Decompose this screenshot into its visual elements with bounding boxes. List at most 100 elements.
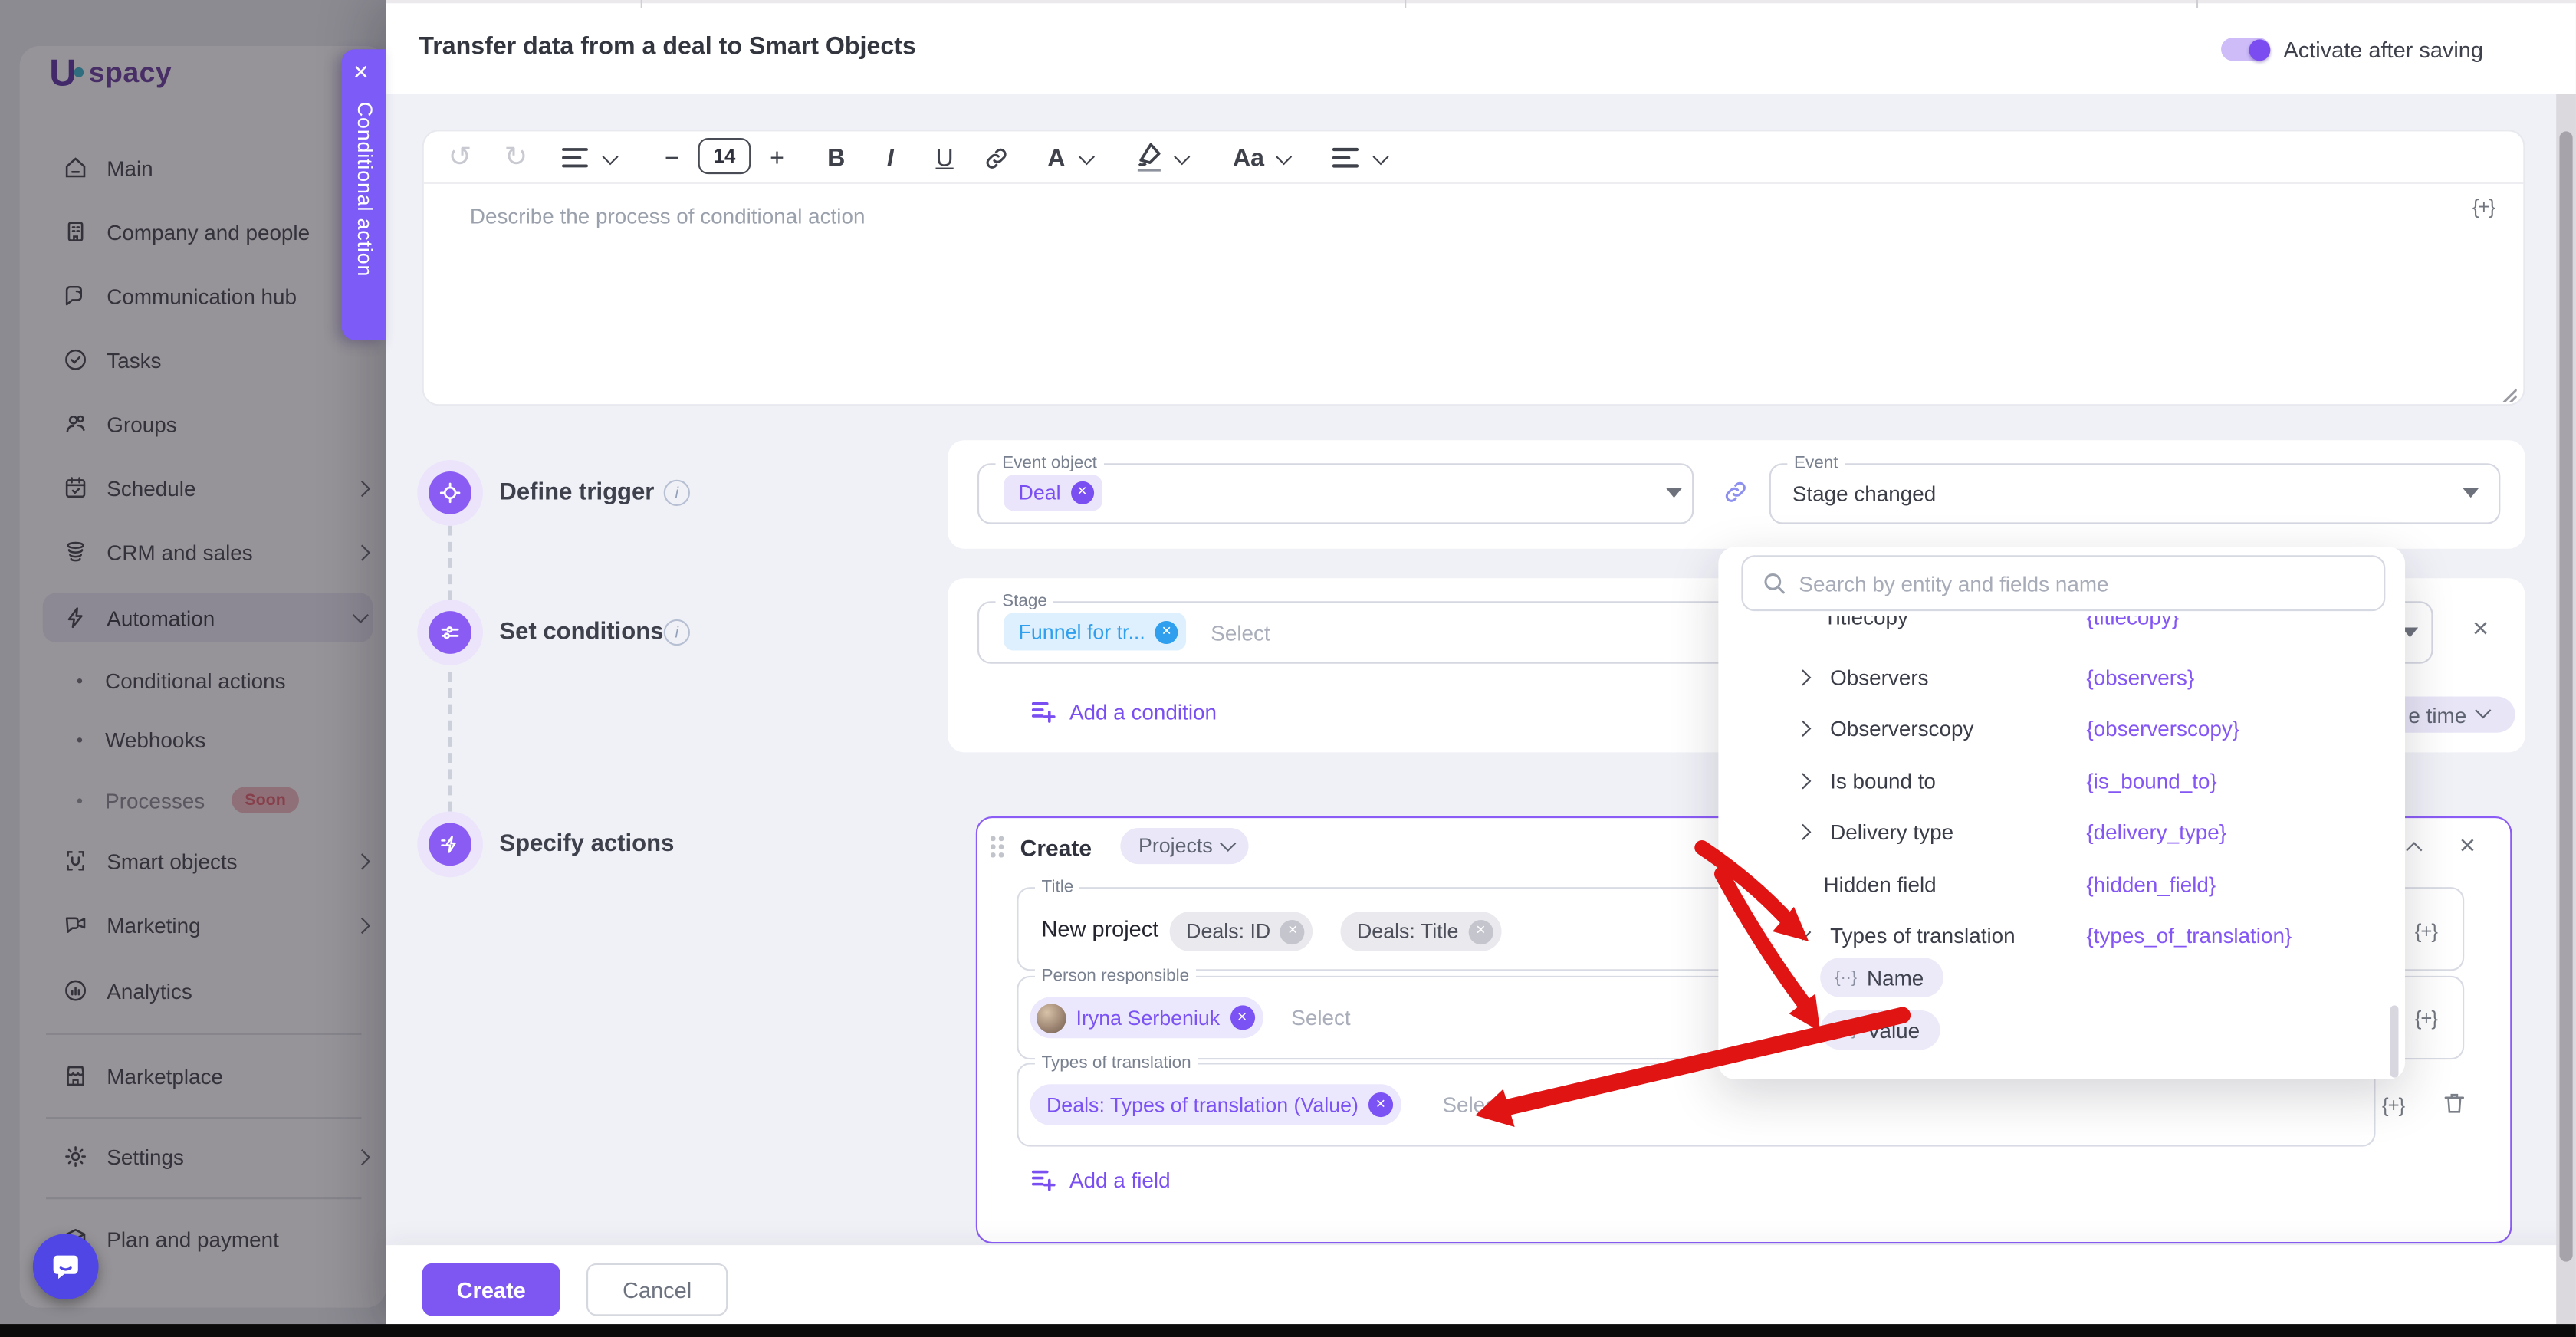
font-color-button[interactable]: A bbox=[1043, 140, 1070, 176]
align-chevron-icon[interactable] bbox=[1372, 149, 1388, 165]
event-label: Event bbox=[1787, 453, 1845, 473]
add-list-icon bbox=[1032, 1168, 1056, 1193]
description-input[interactable]: Describe the process of conditional acti… bbox=[470, 204, 866, 228]
drag-handle[interactable] bbox=[991, 836, 1005, 861]
close-card-icon[interactable]: × bbox=[2459, 829, 2476, 862]
remove-condition-button[interactable]: × bbox=[2472, 613, 2489, 646]
types-of-translation-label: Types of translation bbox=[1035, 1053, 1198, 1073]
entity-select[interactable]: Projects bbox=[1120, 828, 1248, 864]
font-size-decrease-button[interactable]: − bbox=[659, 140, 685, 176]
chip-remove-icon[interactable]: × bbox=[1071, 481, 1094, 504]
chat-fab-button[interactable] bbox=[33, 1234, 99, 1299]
dropdown-row-hidden-field[interactable]: Hidden field {hidden_field} bbox=[1824, 869, 2389, 899]
text-style-button[interactable]: Aa bbox=[1229, 140, 1268, 176]
chip-remove-icon[interactable]: × bbox=[1468, 919, 1493, 944]
section-connector bbox=[449, 526, 452, 812]
dropdown-row-observerscopy[interactable]: Observerscopy {observerscopy} bbox=[1797, 713, 2388, 743]
font-color-chevron-icon[interactable] bbox=[1079, 149, 1095, 165]
dropdown-row-types-of-translation[interactable]: Types of translation {types_of_translati… bbox=[1797, 920, 2388, 950]
link-icon[interactable] bbox=[982, 145, 1010, 172]
target-icon bbox=[429, 471, 472, 514]
event-field[interactable]: Event Stage changed bbox=[1769, 463, 2501, 524]
top-strip-tick bbox=[2196, 0, 2198, 8]
stage-chip[interactable]: Funnel for tr... × bbox=[1004, 613, 1186, 650]
highlight-fill-icon[interactable] bbox=[1135, 141, 1163, 172]
dropdown-row-is-bound-to[interactable]: Is bound to {is_bound_to} bbox=[1797, 766, 2388, 796]
chevron-down-icon[interactable] bbox=[1795, 923, 1811, 939]
chat-icon bbox=[51, 1252, 80, 1282]
align-icon[interactable] bbox=[1332, 146, 1359, 169]
line-spacing-icon[interactable] bbox=[562, 146, 588, 169]
variable-icon: {··} bbox=[1835, 1021, 1858, 1040]
dropdown-row-clipped[interactable]: Titlecopy {titlecopy} bbox=[1807, 616, 2366, 636]
title-label: Title bbox=[1035, 877, 1080, 897]
title-chip-deals-title[interactable]: Deals: Title × bbox=[1341, 912, 1502, 951]
insert-token-button[interactable]: {+} bbox=[2415, 920, 2437, 943]
info-icon[interactable]: i bbox=[664, 480, 690, 506]
dropdown-row-observers[interactable]: Observers {observers} bbox=[1797, 662, 2388, 692]
cancel-button[interactable]: Cancel bbox=[586, 1263, 728, 1316]
info-icon[interactable]: i bbox=[664, 619, 690, 646]
chip-remove-icon[interactable]: × bbox=[1155, 620, 1178, 643]
insert-token-button[interactable]: {+} bbox=[2415, 1007, 2437, 1030]
text-style-chevron-icon[interactable] bbox=[1276, 149, 1292, 165]
line-spacing-chevron-icon[interactable] bbox=[602, 149, 618, 165]
event-value: Stage changed bbox=[1792, 481, 1936, 506]
activate-toggle-label: Activate after saving bbox=[2283, 38, 2482, 62]
sliders-icon bbox=[429, 611, 472, 654]
dropdown-search-placeholder: Search by entity and fields name bbox=[1799, 571, 2108, 596]
description-editor: ↺ ↻ − 14 + B I U A Aa Describe the proce… bbox=[422, 130, 2525, 406]
insert-token-button[interactable]: {+} bbox=[2472, 195, 2495, 218]
chip-remove-icon[interactable]: × bbox=[1368, 1092, 1393, 1117]
chevron-right-icon[interactable] bbox=[1795, 668, 1811, 685]
dropdown-search-field[interactable]: Search by entity and fields name bbox=[1741, 555, 2385, 611]
chevron-right-icon[interactable] bbox=[1795, 720, 1811, 736]
page-scrollbar-thumb[interactable] bbox=[2559, 131, 2572, 1261]
person-select-placeholder[interactable]: Select bbox=[1291, 1005, 1350, 1030]
title-chip-deals-id[interactable]: Deals: ID × bbox=[1170, 912, 1313, 951]
dropdown-scrollbar-thumb[interactable] bbox=[2390, 1005, 2399, 1077]
trash-icon[interactable] bbox=[2441, 1089, 2467, 1117]
person-responsible-label: Person responsible bbox=[1035, 966, 1196, 986]
bold-button[interactable]: B bbox=[823, 140, 849, 176]
dropdown-caret-icon[interactable] bbox=[2463, 488, 2479, 498]
set-conditions-label: Set conditions bbox=[499, 619, 663, 646]
font-size-increase-button[interactable]: + bbox=[764, 140, 790, 176]
insert-token-button[interactable]: {+} bbox=[2382, 1094, 2404, 1117]
event-object-chip[interactable]: Deal × bbox=[1004, 475, 1102, 511]
add-field-button[interactable]: Add a field bbox=[1032, 1168, 1171, 1193]
chevron-right-icon[interactable] bbox=[1795, 823, 1811, 839]
chip-remove-icon[interactable]: × bbox=[1230, 1005, 1254, 1030]
create-button[interactable]: Create bbox=[422, 1263, 560, 1316]
page-title: Transfer data from a deal to Smart Objec… bbox=[419, 33, 915, 61]
redo-button[interactable]: ↻ bbox=[499, 140, 532, 176]
conditional-action-tab-label: Conditional action bbox=[353, 102, 376, 277]
link-fields-icon[interactable] bbox=[1722, 478, 1750, 506]
types-chip[interactable]: Deals: Types of translation (Value) × bbox=[1030, 1084, 1401, 1125]
avatar bbox=[1037, 1003, 1066, 1033]
stage-select-placeholder[interactable]: Select bbox=[1211, 621, 1270, 646]
title-text[interactable]: New project bbox=[1042, 917, 1159, 941]
toolbar-divider bbox=[424, 182, 2523, 184]
dropdown-caret-icon[interactable] bbox=[1666, 488, 1682, 498]
chip-remove-icon[interactable]: × bbox=[1280, 919, 1305, 944]
close-drawer-icon[interactable]: × bbox=[353, 59, 369, 89]
types-select-placeholder[interactable]: Select bbox=[1442, 1092, 1501, 1117]
resize-handle[interactable] bbox=[2500, 386, 2516, 402]
define-trigger-label: Define trigger bbox=[499, 480, 654, 506]
add-condition-button[interactable]: Add a condition bbox=[1032, 700, 1217, 724]
italic-button[interactable]: I bbox=[877, 140, 903, 176]
event-object-label: Event object bbox=[996, 453, 1104, 473]
underline-button[interactable]: U bbox=[932, 140, 958, 176]
undo-button[interactable]: ↺ bbox=[444, 140, 477, 176]
entity-chevron-icon bbox=[1220, 836, 1236, 852]
dropdown-row-delivery-type[interactable]: Delivery type {delivery_type} bbox=[1797, 816, 2388, 846]
dropdown-child-value[interactable]: {··} Value bbox=[1820, 1010, 1940, 1050]
top-strip-tick bbox=[641, 0, 642, 8]
chevron-right-icon[interactable] bbox=[1795, 772, 1811, 788]
person-chip[interactable]: Iryna Serbeniuk × bbox=[1030, 997, 1263, 1039]
dropdown-child-name[interactable]: {··} Name bbox=[1820, 958, 1944, 997]
highlight-chevron-icon[interactable] bbox=[1174, 149, 1190, 165]
activate-toggle[interactable] bbox=[2221, 38, 2270, 61]
font-size-field[interactable]: 14 bbox=[698, 138, 751, 174]
